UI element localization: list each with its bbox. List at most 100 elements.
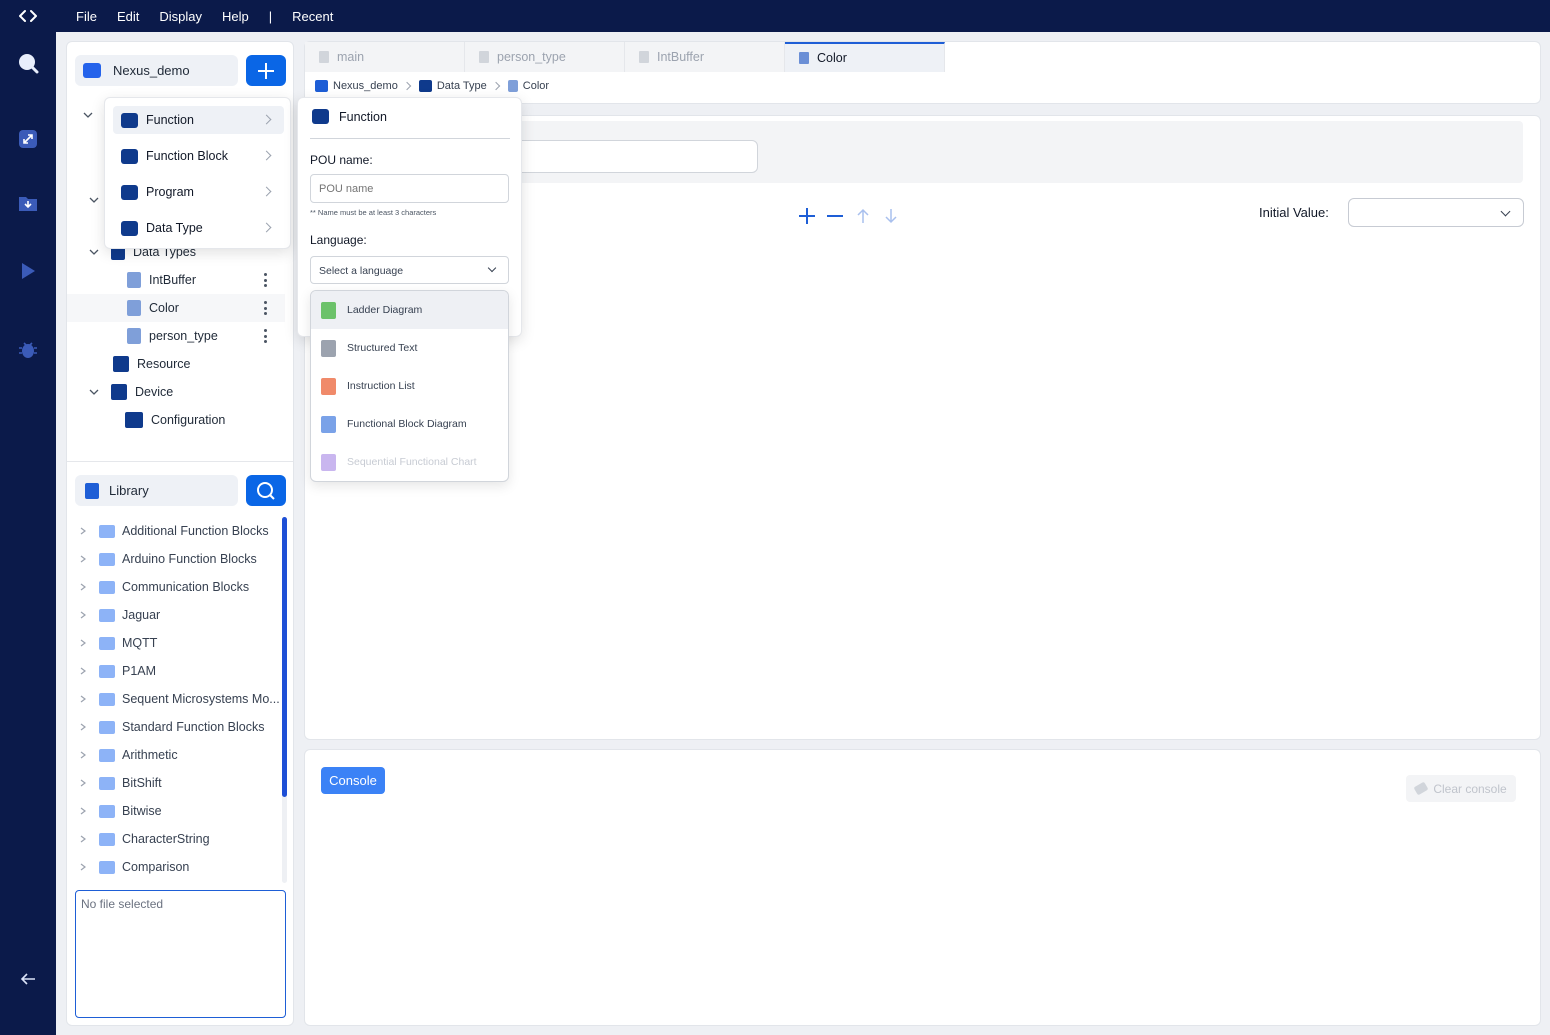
language-option-label: Sequential Functional Chart	[347, 456, 477, 468]
function-block-icon	[121, 148, 138, 164]
library-item[interactable]: P1AM	[67, 657, 287, 685]
menu-item-data-type[interactable]: Data Type	[113, 214, 284, 242]
library-item[interactable]: Standard Function Blocks	[67, 713, 287, 741]
tree-item-color[interactable]: Color	[127, 294, 179, 322]
tree-item-person-type[interactable]: person_type	[127, 322, 218, 350]
library-item[interactable]: BitShift	[67, 769, 287, 797]
play-icon[interactable]	[17, 260, 39, 282]
device-folder-icon	[111, 384, 127, 400]
console-tab-button[interactable]: Console	[321, 767, 385, 794]
menu-item-function-block[interactable]: Function Block	[113, 142, 284, 170]
library-title: Library	[109, 483, 149, 498]
clear-console-label: Clear console	[1433, 781, 1507, 796]
library-item[interactable]: Communication Blocks	[67, 573, 287, 601]
library-scrollbar[interactable]	[282, 517, 287, 883]
code-icon[interactable]	[0, 0, 56, 32]
menu-file[interactable]: File	[66, 9, 107, 24]
tree-item-resource[interactable]: Resource	[113, 350, 191, 378]
menu-help[interactable]: Help	[212, 9, 259, 24]
more-options-icon[interactable]	[263, 273, 267, 287]
library-item[interactable]: Bitwise	[67, 797, 287, 825]
tab-label: Color	[817, 51, 847, 65]
library-header[interactable]: Library	[75, 475, 238, 506]
zoom-to-fit-icon[interactable]	[17, 128, 39, 150]
add-pou-button[interactable]	[246, 55, 286, 86]
library-item[interactable]: MQTT	[67, 629, 287, 657]
project-selector[interactable]: Nexus_demo	[75, 55, 238, 86]
clear-console-button[interactable]: Clear console	[1406, 775, 1516, 802]
search-icon[interactable]	[17, 52, 39, 74]
tree-item-label: Device	[135, 385, 174, 399]
more-options-icon[interactable]	[263, 329, 267, 343]
menu-separator: |	[268, 8, 273, 24]
library-item[interactable]: Arithmetic	[67, 741, 287, 769]
library-item-label: CharacterString	[122, 832, 210, 846]
folder-icon	[99, 608, 115, 622]
initial-value-select[interactable]	[1348, 198, 1524, 227]
tab-color[interactable]: Color	[785, 42, 945, 72]
debug-bug-icon[interactable]	[17, 339, 39, 361]
tab-person-type[interactable]: person_type	[465, 42, 625, 72]
chevron-right-icon	[80, 779, 86, 787]
download-folder-icon[interactable]	[17, 192, 39, 214]
menu-item-function[interactable]: Function	[113, 106, 284, 134]
chevron-right-icon	[402, 81, 412, 91]
collapse-arrow-icon[interactable]	[17, 968, 39, 990]
library-item[interactable]: Comparison	[67, 853, 287, 881]
language-option[interactable]: Functional Block Diagram	[311, 405, 508, 443]
library-item-label: MQTT	[122, 636, 158, 650]
tab-label: person_type	[497, 50, 566, 64]
chevron-right-icon	[261, 186, 272, 197]
library-item-label: Sequent Microsystems Mo...	[122, 692, 280, 706]
arrow-down-icon[interactable]	[881, 206, 901, 226]
arrow-up-icon[interactable]	[853, 206, 873, 226]
library-list: Additional Function Blocks Arduino Functi…	[67, 517, 287, 883]
pou-form-title: Function	[339, 109, 387, 124]
language-option-label: Ladder Diagram	[347, 304, 423, 316]
language-option-label: Instruction List	[347, 380, 415, 392]
tab-intbuffer[interactable]: IntBuffer	[625, 42, 785, 72]
pou-name-input[interactable]	[310, 174, 509, 203]
plus-icon	[258, 62, 274, 79]
tree-item-configuration[interactable]: Configuration	[125, 406, 225, 434]
library-item-label: Arithmetic	[122, 748, 178, 762]
language-select-value: Select a language	[319, 265, 404, 277]
add-row-icon[interactable]	[797, 206, 817, 226]
document-icon	[639, 51, 649, 63]
library-item[interactable]: Additional Function Blocks	[67, 517, 287, 545]
library-item[interactable]: Sequent Microsystems Mo...	[67, 685, 287, 713]
menu-display[interactable]: Display	[149, 9, 212, 24]
console-panel: Console Clear console	[304, 749, 1541, 1026]
tree-item-device[interactable]: Device	[89, 378, 173, 406]
chevron-right-icon	[261, 222, 272, 233]
tree-item-intbuffer[interactable]: IntBuffer	[127, 266, 196, 294]
tab-main[interactable]: main	[305, 42, 465, 72]
language-option[interactable]: Structured Text	[311, 329, 508, 367]
library-search-button[interactable]	[246, 475, 286, 506]
chevron-right-icon	[80, 527, 86, 535]
chevron-right-icon	[80, 863, 86, 871]
editor-tabs-panel: main person_type IntBuffer Color Nexus_d…	[304, 41, 1541, 104]
menu-edit[interactable]: Edit	[107, 9, 149, 24]
folder-icon	[99, 580, 115, 594]
language-select[interactable]: Select a language	[310, 256, 509, 284]
library-item[interactable]: Jaguar	[67, 601, 287, 629]
library-item[interactable]: Arduino Function Blocks	[67, 545, 287, 573]
language-option[interactable]: Instruction List	[311, 367, 508, 405]
language-option[interactable]: Ladder Diagram	[311, 291, 508, 329]
chevron-right-icon	[80, 583, 86, 591]
remove-row-icon[interactable]	[825, 206, 845, 226]
chevron-down-icon[interactable]	[89, 195, 99, 205]
chevron-right-icon	[261, 150, 272, 161]
menu-item-program[interactable]: Program	[113, 178, 284, 206]
menu-recent[interactable]: Recent	[282, 9, 343, 24]
more-options-icon[interactable]	[263, 301, 267, 315]
library-item[interactable]: CharacterString	[67, 825, 287, 853]
library-item-label: Additional Function Blocks	[122, 524, 269, 538]
scrollbar-thumb[interactable]	[282, 517, 287, 797]
chevron-down-icon[interactable]	[83, 110, 93, 120]
data-type-file-icon	[127, 272, 141, 288]
breadcrumb-item[interactable]: Nexus_demo	[333, 80, 398, 92]
chevron-down-icon	[487, 263, 497, 273]
breadcrumb-item[interactable]: Data Type	[437, 80, 487, 92]
